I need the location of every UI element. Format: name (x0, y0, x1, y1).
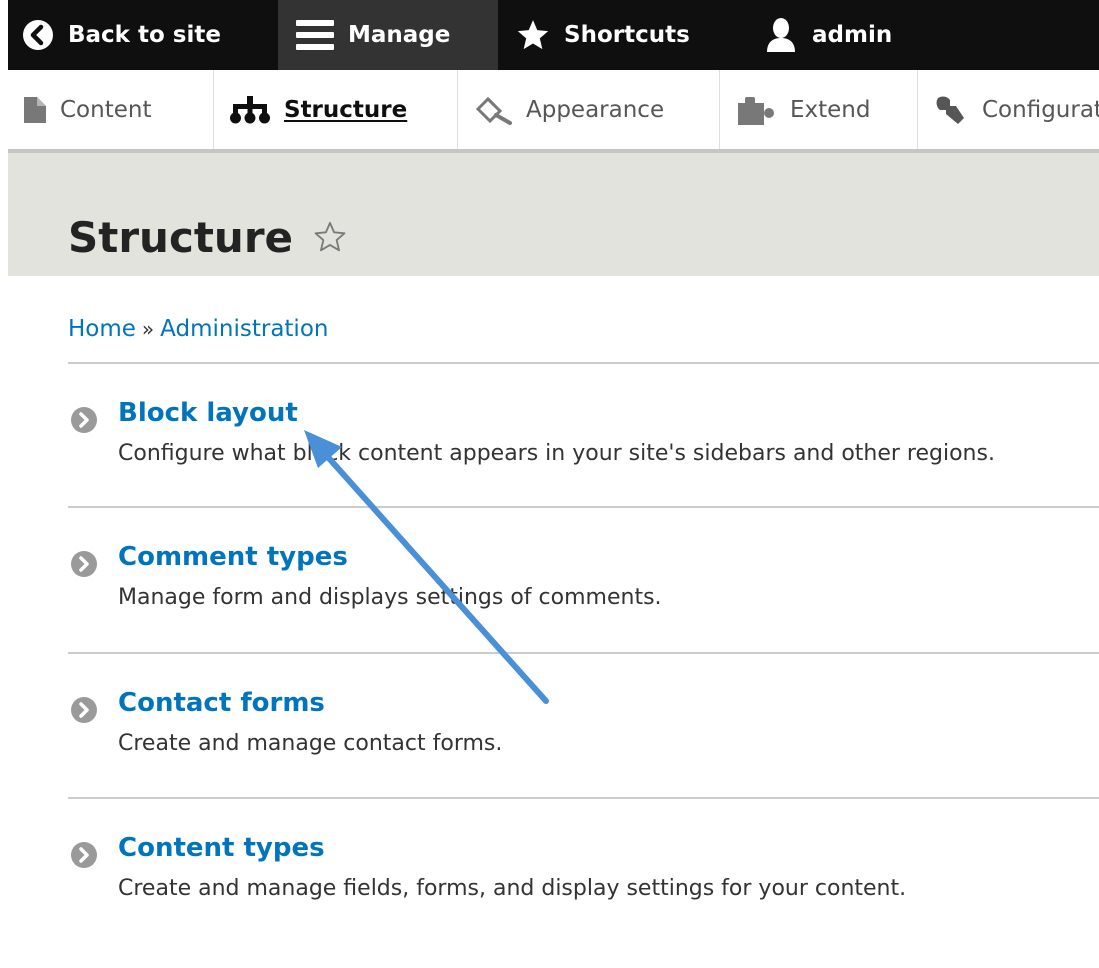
breadcrumb-administration[interactable]: Administration (160, 316, 328, 342)
paintbrush-icon (476, 95, 512, 125)
chevron-right-circle-icon (70, 841, 98, 873)
admin-list-item: Content types Create and manage fields, … (68, 828, 1099, 968)
divider (68, 797, 1099, 799)
admin-item-comment-types-link[interactable]: Comment types (118, 537, 348, 577)
hamburger-icon (296, 18, 334, 52)
divider (68, 652, 1099, 654)
admin-item-description: Create and manage contact forms. (118, 731, 503, 756)
back-to-site-link[interactable]: Back to site (22, 0, 221, 70)
admin-item-description: Create and manage fields, forms, and dis… (118, 876, 907, 901)
tray-item-content-label: Content (60, 96, 152, 123)
tray-item-configuration-label: Configuration (982, 96, 1099, 123)
breadcrumb: Home» Administration (68, 312, 328, 346)
user-tab[interactable]: admin (764, 0, 892, 70)
breadcrumb-home[interactable]: Home (68, 316, 136, 342)
tray-item-extend-label: Extend (790, 96, 871, 123)
admin-item-description: Configure what block content appears in … (118, 441, 995, 466)
admin-list-item: Block layout Configure what block conten… (68, 393, 1099, 533)
page-header: Structure (8, 153, 1099, 276)
breadcrumb-separator: » (141, 317, 155, 341)
chevron-right-circle-icon (70, 550, 98, 582)
star-icon (516, 18, 550, 52)
add-shortcut-star-icon[interactable] (312, 220, 348, 258)
tray-item-configuration[interactable]: Configuration (918, 70, 1099, 149)
divider (68, 506, 1099, 508)
back-to-site-label: Back to site (68, 22, 221, 48)
admin-tray: Content Structure Appearance Extend Conf… (8, 70, 1099, 153)
chevron-left-circle-icon (22, 19, 54, 51)
file-icon (24, 96, 46, 123)
tray-item-appearance[interactable]: Appearance (458, 70, 720, 149)
admin-item-description: Manage form and displays settings of com… (118, 585, 662, 610)
shortcuts-label: Shortcuts (564, 22, 690, 48)
puzzle-icon (736, 95, 776, 125)
wrench-icon (934, 94, 968, 126)
user-label: admin (812, 22, 893, 48)
admin-item-contact-forms-link[interactable]: Contact forms (118, 683, 325, 723)
admin-item-block-layout-link[interactable]: Block layout (118, 393, 298, 433)
chevron-right-circle-icon (70, 406, 98, 438)
divider (68, 362, 1099, 364)
tray-item-appearance-label: Appearance (526, 96, 665, 123)
admin-list-item: Comment types Manage form and displays s… (68, 537, 1099, 677)
manage-tab[interactable]: Manage (278, 0, 498, 70)
chevron-right-circle-icon (70, 696, 98, 728)
page-title: Structure (68, 213, 294, 262)
admin-list-item: Contact forms Create and manage contact … (68, 683, 1099, 823)
tray-item-extend[interactable]: Extend (720, 70, 918, 149)
admin-item-content-types-link[interactable]: Content types (118, 828, 325, 868)
tray-item-content[interactable]: Content (8, 70, 214, 149)
manage-label: Manage (348, 22, 451, 48)
user-icon (764, 17, 798, 53)
hierarchy-icon (230, 95, 270, 124)
shortcuts-tab[interactable]: Shortcuts (516, 0, 690, 70)
tray-item-structure-label: Structure (284, 96, 408, 123)
tray-item-structure[interactable]: Structure (214, 70, 458, 149)
admin-toolbar: Back to site Manage Shortcuts admin (8, 0, 1099, 70)
